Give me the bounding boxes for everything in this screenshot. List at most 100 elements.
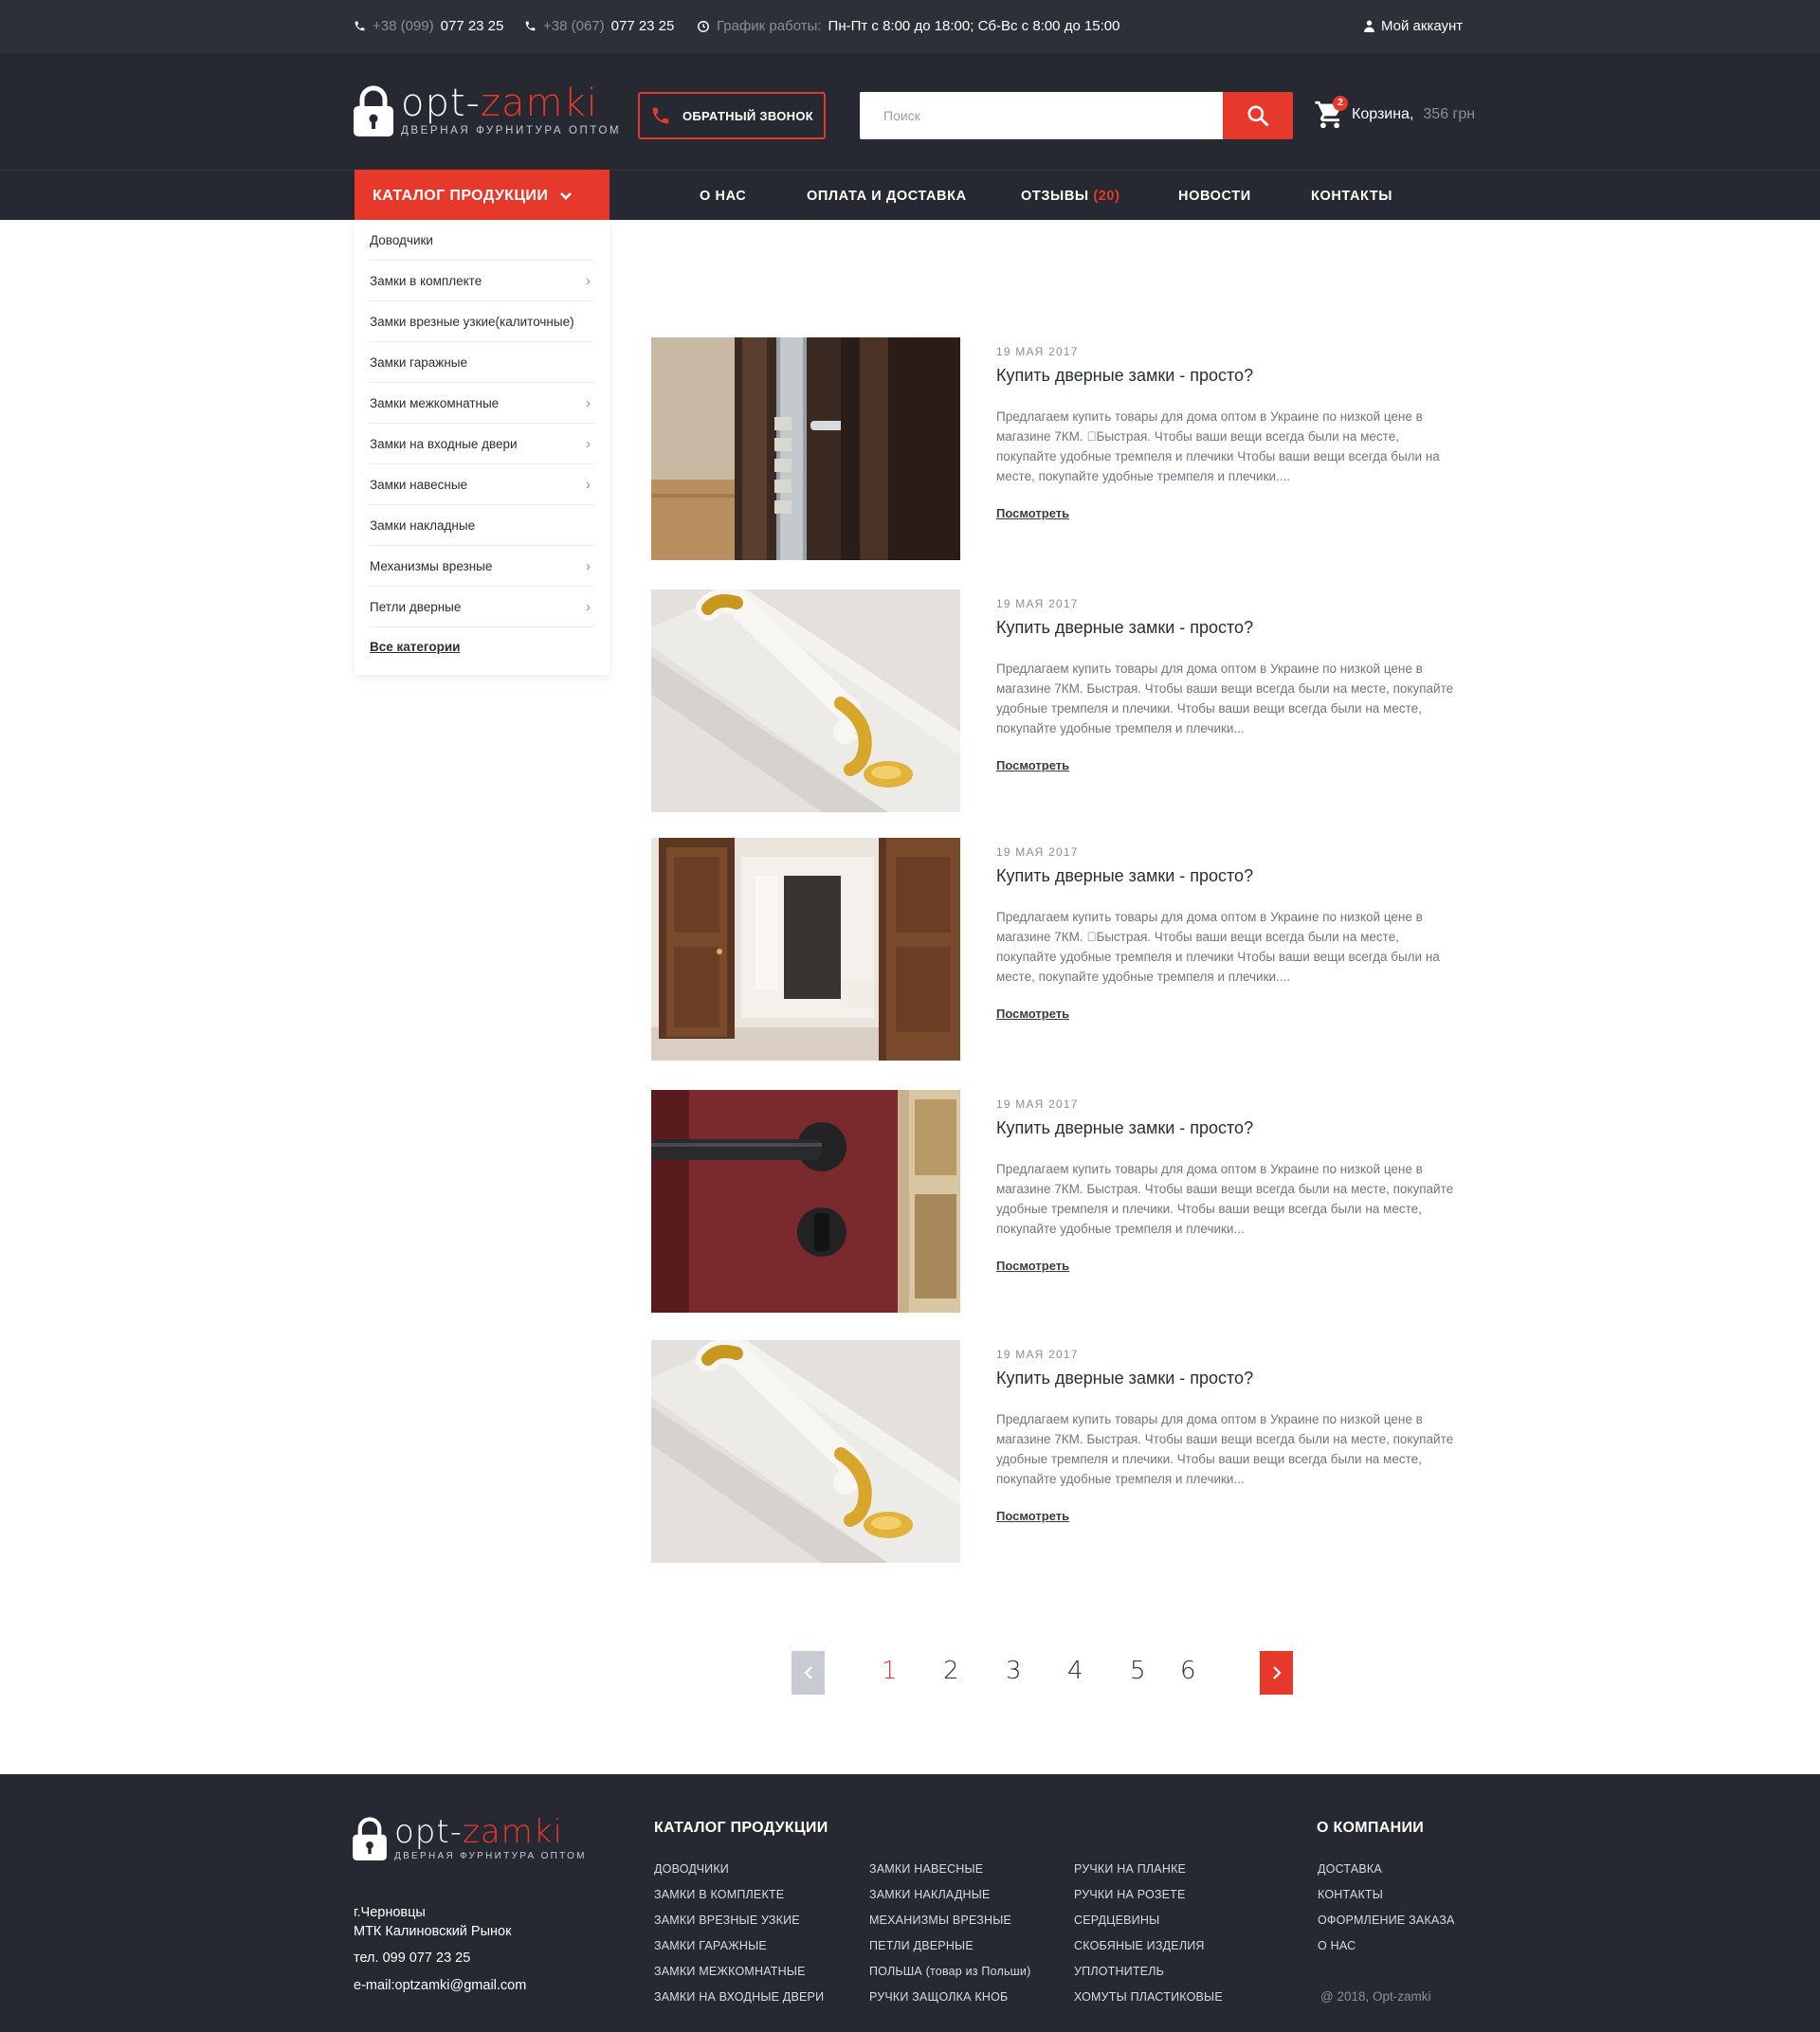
black-handle-image[interactable] xyxy=(651,1090,960,1313)
phone-2[interactable]: +38 (067) 077 23 25 xyxy=(524,18,674,34)
phone-icon xyxy=(652,107,669,124)
footer-phone[interactable]: тел. 099 077 23 25 xyxy=(354,1950,470,1966)
news-title[interactable]: Купить дверные замки - просто? xyxy=(996,1369,1253,1388)
footer-link[interactable]: СКОБЯНЫЕ ИЗДЕЛИЯ xyxy=(1074,1939,1205,1952)
footer-link[interactable]: ХОМУТЫ ПЛАСТИКОВЫЕ xyxy=(1074,1990,1223,2004)
sidebar-item[interactable]: Замки накладные xyxy=(370,505,594,546)
news-title[interactable]: Купить дверные замки - просто? xyxy=(996,866,1253,886)
nav-news[interactable]: НОВОСТИ xyxy=(1178,189,1251,204)
news-item: 19 МАЯ 2017 Купить дверные замки - прост… xyxy=(651,838,1463,1061)
all-categories-link[interactable]: Все категории xyxy=(370,640,460,654)
pagination-page[interactable]: 6 xyxy=(1180,1657,1196,1685)
footer-link[interactable]: ПОЛЬША (товар из Польши) xyxy=(869,1965,1030,1978)
footer-link[interactable]: ЗАМКИ В КОМПЛЕКТЕ xyxy=(654,1888,784,1901)
sidebar-item[interactable]: Доводчики xyxy=(370,220,594,261)
news-title[interactable]: Купить дверные замки - просто? xyxy=(996,618,1253,638)
sidebar-item[interactable]: Замки гаражные xyxy=(370,342,594,383)
sidebar-item[interactable]: Замки межкомнатные › xyxy=(370,383,594,424)
footer-link[interactable]: ЗАМКИ НАКЛАДНЫЕ xyxy=(869,1888,991,1901)
read-more-link[interactable]: Посмотреть xyxy=(996,1007,1069,1021)
nav-reviews[interactable]: ОТЗЫВЫ (20) xyxy=(1021,189,1120,204)
chevron-right-icon: › xyxy=(586,557,591,574)
brand-tagline: ДВЕРНАЯ ФУРНИТУРА ОПТОМ xyxy=(401,125,622,136)
user-icon xyxy=(1364,20,1374,32)
footer-link[interactable]: КОНТАКТЫ xyxy=(1318,1888,1383,1901)
footer-link[interactable]: ЗАМКИ ВРЕЗНЫЕ УЗКИЕ xyxy=(654,1914,800,1927)
read-more-link[interactable]: Посмотреть xyxy=(996,1509,1069,1523)
gold-handle-image[interactable] xyxy=(651,590,960,812)
door-lock-image[interactable] xyxy=(651,337,960,560)
footer-link[interactable]: СЕРДЦЕВИНЫ xyxy=(1074,1914,1159,1927)
news-title[interactable]: Купить дверные замки - просто? xyxy=(996,1118,1253,1138)
sidebar-item-label: Замки врезные узкие(калиточные) xyxy=(370,314,574,329)
gold-handle-image[interactable] xyxy=(651,1340,960,1563)
search-input[interactable] xyxy=(860,92,1223,139)
my-account-link[interactable]: Мой аккаунт xyxy=(1364,18,1463,34)
nav-reviews-label: ОТЗЫВЫ xyxy=(1021,189,1089,204)
callback-button[interactable]: ОБРАТНЫЙ ЗВОНОК xyxy=(638,92,826,139)
sidebar-item-label: Доводчики xyxy=(370,232,433,247)
search-bar xyxy=(860,92,1293,139)
nav-about[interactable]: О НАС xyxy=(700,189,746,204)
chevron-right-icon: › xyxy=(586,598,591,615)
chevron-right-icon xyxy=(1272,1666,1282,1679)
news-date: 19 МАЯ 2017 xyxy=(996,597,1079,610)
footer-link[interactable]: РУЧКИ ЗАЩОЛКА КНОБ xyxy=(869,1990,1008,2004)
news-excerpt: Предлагаем купить товары для дома оптом … xyxy=(996,1162,1454,1236)
footer-logo[interactable]: opt-zamki ДВЕРНАЯ ФУРНИТУРА ОПТОМ xyxy=(353,1816,587,1861)
footer-link[interactable]: ДОВОДЧИКИ xyxy=(654,1862,729,1876)
news-excerpt: Предлагаем купить товары для дома оптом … xyxy=(996,910,1440,984)
sidebar-item-label: Петли дверные xyxy=(370,599,462,614)
site-logo[interactable]: opt-zamki ДВЕРНАЯ ФУРНИТУРА ОПТОМ xyxy=(354,84,621,137)
work-schedule: График работы: Пн-Пт с 8:00 до 18:00; Сб… xyxy=(697,18,1120,34)
footer-email[interactable]: e-mail:optzamki@gmail.com xyxy=(354,1978,526,1993)
sidebar-item[interactable]: Замки навесные › xyxy=(370,464,594,505)
phone-2-number: 077 23 25 xyxy=(610,18,675,34)
read-more-link[interactable]: Посмотреть xyxy=(996,506,1069,520)
phone-2-prefix: +38 (067) xyxy=(543,18,605,34)
footer-link[interactable]: ПЕТЛИ ДВЕРНЫЕ xyxy=(869,1939,974,1952)
sidebar-item[interactable]: Механизмы врезные › xyxy=(370,546,594,587)
footer-link[interactable]: МЕХАНИЗМЫ ВРЕЗНЫЕ xyxy=(869,1914,1011,1927)
news-date: 19 МАЯ 2017 xyxy=(996,345,1079,358)
cart-link[interactable]: 2 Корзина, 356 грн xyxy=(1314,96,1475,131)
chevron-right-icon: › xyxy=(586,272,591,289)
sidebar-item[interactable]: Замки в комплекте › xyxy=(370,261,594,301)
pagination-page[interactable]: 2 xyxy=(943,1657,959,1685)
sidebar-item[interactable]: Замки врезные узкие(калиточные) xyxy=(370,301,594,342)
catalog-menu-button[interactable]: КАТАЛОГ ПРОДУКЦИИ xyxy=(355,170,610,222)
read-more-link[interactable]: Посмотреть xyxy=(996,1259,1069,1273)
search-button[interactable] xyxy=(1223,92,1293,139)
news-date: 19 МАЯ 2017 xyxy=(996,1348,1079,1361)
pagination-page[interactable]: 4 xyxy=(1067,1657,1083,1685)
footer-link[interactable]: ЗАМКИ МЕЖКОМНАТНЫЕ xyxy=(654,1965,806,1978)
cart-count-badge: 2 xyxy=(1333,96,1348,111)
read-more-link[interactable]: Посмотреть xyxy=(996,758,1069,772)
news-title[interactable]: Купить дверные замки - просто? xyxy=(996,366,1253,386)
sidebar-item[interactable]: Замки на входные двери › xyxy=(370,424,594,464)
nav-contacts[interactable]: КОНТАКТЫ xyxy=(1311,189,1392,204)
nav-payment-delivery[interactable]: ОПЛАТА И ДОСТАВКА xyxy=(807,189,967,204)
pagination-page[interactable]: 5 xyxy=(1130,1657,1146,1685)
interior-doors-image[interactable] xyxy=(651,838,960,1061)
brand-name-a: opt- xyxy=(394,1813,463,1851)
footer-link[interactable]: О НАС xyxy=(1318,1939,1356,1952)
footer-link[interactable]: ЗАМКИ ГАРАЖНЫЕ xyxy=(654,1939,767,1952)
cart-label: Корзина, xyxy=(1352,106,1414,122)
pagination-next-button[interactable] xyxy=(1260,1651,1293,1695)
phone-1[interactable]: +38 (099) 077 23 25 xyxy=(354,18,503,34)
footer-link[interactable]: ЗАМКИ НАВЕСНЫЕ xyxy=(869,1862,983,1876)
pagination-page[interactable]: 3 xyxy=(1006,1657,1022,1685)
footer-link[interactable]: РУЧКИ НА РОЗЕТЕ xyxy=(1074,1888,1186,1901)
pagination-prev-button[interactable] xyxy=(792,1651,825,1695)
footer-link[interactable]: ОФОРМЛЕНИЕ ЗАКАЗА xyxy=(1318,1914,1455,1927)
phone-icon xyxy=(355,21,365,31)
clock-icon xyxy=(698,20,709,32)
footer-link[interactable]: ДОСТАВКА xyxy=(1318,1862,1382,1876)
brand-name-a: opt- xyxy=(401,82,481,125)
footer-link[interactable]: УПЛОТНИТЕЛЬ xyxy=(1074,1965,1164,1978)
footer-link[interactable]: РУЧКИ НА ПЛАНКЕ xyxy=(1074,1862,1186,1876)
sidebar-item[interactable]: Петли дверные › xyxy=(370,587,594,627)
footer-link[interactable]: ЗАМКИ НА ВХОДНЫЕ ДВЕРИ xyxy=(654,1990,824,2004)
pagination-page[interactable]: 1 xyxy=(882,1657,898,1685)
